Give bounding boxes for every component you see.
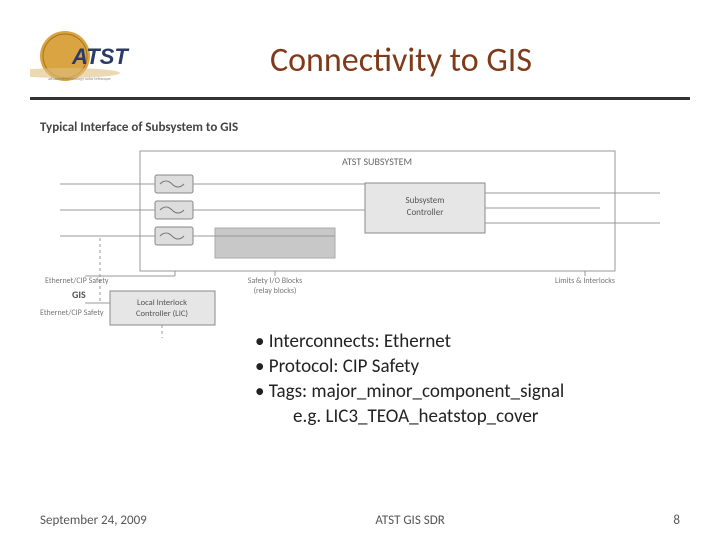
bullet-item: Protocol: CIP Safety <box>255 355 564 378</box>
svg-text:Local Interlock: Local Interlock <box>137 298 187 308</box>
bullet-item: Interconnects: Ethernet <box>255 330 564 353</box>
bullet-list: Interconnects: Ethernet Protocol: CIP Sa… <box>255 330 564 430</box>
svg-text:Controller: Controller <box>407 207 444 218</box>
gis-diagram: ATST SUBSYSTEM Subsystem Controller <box>40 143 680 338</box>
page-title: Connectivity to GIS <box>270 40 532 81</box>
footer-center: ATST GIS SDR <box>375 513 444 528</box>
footer: September 24, 2009 ATST GIS SDR 8 <box>0 513 720 528</box>
svg-text:Limits & Interlocks: Limits & Interlocks <box>555 276 615 286</box>
svg-text:advanced technology solar tele: advanced technology solar telescope <box>48 77 111 82</box>
svg-text:Subsystem: Subsystem <box>406 195 445 206</box>
svg-text:Controller (LIC): Controller (LIC) <box>136 309 188 319</box>
svg-text:Safety I/O Blocks: Safety I/O Blocks <box>248 276 302 286</box>
svg-text:ATST: ATST <box>71 44 129 69</box>
svg-text:Ethernet/CIP Safety: Ethernet/CIP Safety <box>40 308 104 318</box>
svg-text:GIS: GIS <box>72 288 86 301</box>
figure-caption: Typical Interface of Subsystem to GIS <box>40 120 680 135</box>
svg-text:(relay blocks): (relay blocks) <box>254 286 297 296</box>
bullet-item: Tags: major_minor_component_signal <box>255 380 564 403</box>
atst-logo: ATST advanced technology solar telescope <box>30 28 180 93</box>
footer-date: September 24, 2009 <box>40 513 147 528</box>
svg-text:ATST SUBSYSTEM: ATST SUBSYSTEM <box>342 155 412 168</box>
bullet-sub: e.g. LIC3_TEOA_heatstop_cover <box>293 405 564 428</box>
footer-page: 8 <box>673 513 680 528</box>
figure-area: Typical Interface of Subsystem to GIS AT… <box>40 120 680 338</box>
svg-text:Ethernet/CIP Safety: Ethernet/CIP Safety <box>45 276 109 286</box>
